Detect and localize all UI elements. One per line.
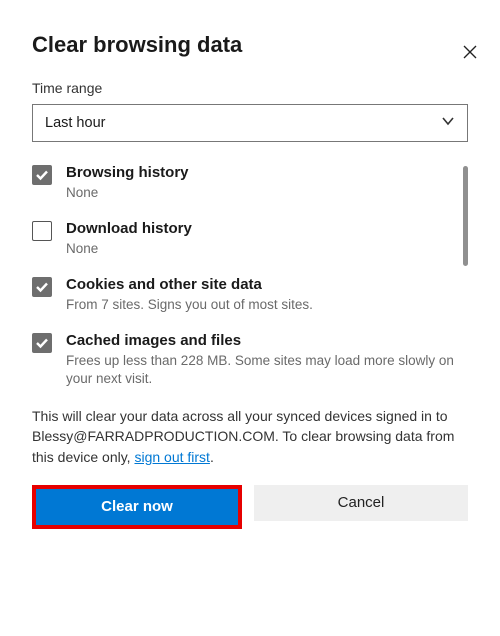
cancel-button[interactable]: Cancel: [254, 485, 468, 521]
option-desc: Frees up less than 228 MB. Some sites ma…: [66, 352, 454, 388]
option-cached: Cached images and files Frees up less th…: [32, 332, 454, 388]
close-button[interactable]: [458, 42, 482, 66]
option-label: Browsing history: [66, 164, 189, 183]
option-desc: None: [66, 184, 189, 202]
options-list: Browsing history None Download history N…: [32, 164, 468, 388]
checkbox-browsing-history[interactable]: [32, 165, 52, 185]
time-range-value: Last hour: [45, 115, 105, 131]
chevron-down-icon: [441, 114, 455, 132]
dialog-buttons: Clear now Cancel: [32, 485, 468, 529]
summary-before: This will clear your data across all you…: [32, 408, 454, 465]
summary-text: This will clear your data across all you…: [32, 406, 468, 467]
scrollbar[interactable]: [463, 166, 468, 266]
option-label: Download history: [66, 220, 192, 239]
primary-highlight: Clear now: [32, 485, 242, 529]
option-browsing-history: Browsing history None: [32, 164, 454, 202]
clear-now-button[interactable]: Clear now: [36, 489, 238, 525]
option-label: Cached images and files: [66, 332, 454, 351]
close-icon: [463, 45, 477, 64]
dialog-title: Clear browsing data: [32, 32, 468, 58]
checkbox-cookies[interactable]: [32, 277, 52, 297]
checkbox-cached[interactable]: [32, 333, 52, 353]
checkbox-download-history[interactable]: [32, 221, 52, 241]
sign-out-link[interactable]: sign out first: [134, 449, 209, 465]
option-desc: None: [66, 240, 192, 258]
option-label: Cookies and other site data: [66, 276, 313, 295]
option-download-history: Download history None: [32, 220, 454, 258]
option-desc: From 7 sites. Signs you out of most site…: [66, 296, 313, 314]
summary-after: .: [210, 449, 214, 465]
time-range-select[interactable]: Last hour: [32, 104, 468, 142]
option-cookies: Cookies and other site data From 7 sites…: [32, 276, 454, 314]
time-range-label: Time range: [32, 80, 468, 96]
